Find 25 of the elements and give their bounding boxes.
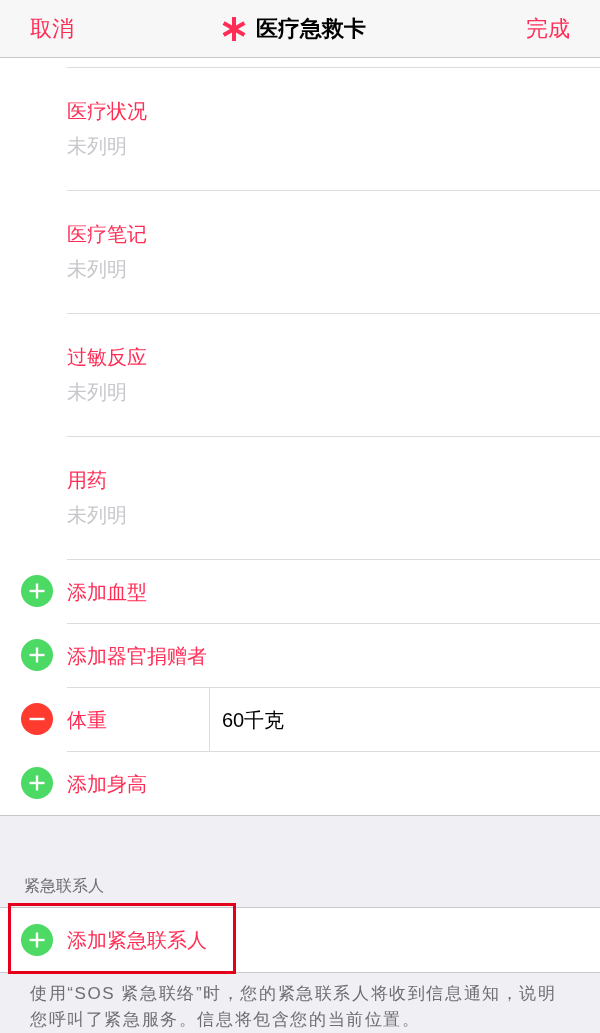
section-header: 紧急联系人 <box>24 876 104 896</box>
card-title: 医疗急救卡 <box>256 15 366 43</box>
add-item-button[interactable]: 添加器官捐赠者 <box>67 642 207 669</box>
text-field[interactable]: 未列明 <box>67 502 467 528</box>
add-contact-button[interactable]: 添加紧急联系人 <box>67 927 207 953</box>
field-label: 用药 <box>67 468 107 493</box>
add-icon[interactable] <box>21 924 53 956</box>
remove-icon[interactable] <box>21 703 53 735</box>
add-item-button[interactable]: 添加身高 <box>67 770 147 797</box>
weight-field[interactable]: 60千克 <box>222 706 522 733</box>
done-button[interactable]: 完成 <box>526 14 570 43</box>
cancel-button[interactable]: 取消 <box>30 14 74 43</box>
field-label: 过敏反应 <box>67 345 147 370</box>
asterisk-icon <box>222 17 246 41</box>
field-label: 医疗状况 <box>67 99 147 124</box>
text-field[interactable]: 未列明 <box>67 133 467 159</box>
add-icon[interactable] <box>21 575 53 607</box>
weight-label: 体重 <box>67 707 107 733</box>
add-icon[interactable] <box>21 767 53 799</box>
add-item-button[interactable]: 添加血型 <box>67 578 147 605</box>
footer-note: 使用“SOS 紧急联络”时，您的紧急联系人将收到信息通知，说明您呼叫了紧急服务。信息将包含您的当前位置。 <box>30 983 558 1031</box>
field-label: 医疗笔记 <box>67 222 147 247</box>
text-field[interactable]: 未列明 <box>67 379 467 405</box>
add-icon[interactable] <box>21 639 53 671</box>
text-field[interactable]: 未列明 <box>67 256 467 282</box>
